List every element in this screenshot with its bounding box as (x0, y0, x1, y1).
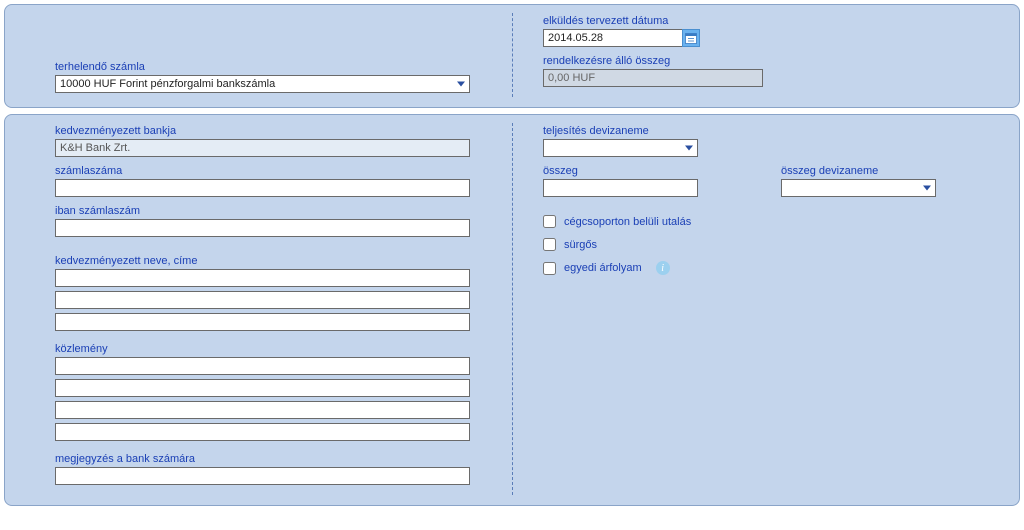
available-amount-label: rendelkezésre álló összeg (543, 55, 999, 67)
account-number-label: számlaszáma (55, 165, 492, 177)
planned-date-value: 2014.05.28 (548, 32, 603, 44)
bank-note-label: megjegyzés a bank számára (55, 453, 492, 465)
amount-currency-select[interactable] (781, 179, 936, 197)
calendar-button[interactable] (682, 29, 700, 47)
chevron-down-icon (923, 186, 931, 191)
debit-account-select[interactable]: 10000 HUF Forint pénzforgalmi bankszámla (55, 75, 470, 93)
performance-currency-select[interactable] (543, 139, 698, 157)
planned-date-input[interactable]: 2014.05.28 (543, 29, 683, 47)
debit-account-value: 10000 HUF Forint pénzforgalmi bankszámla (60, 78, 275, 90)
details-panel: kedvezményezett bankja K&H Bank Zrt. szá… (4, 114, 1020, 506)
chevron-down-icon (457, 82, 465, 87)
intragroup-label: cégcsoporton belüli utalás (564, 216, 691, 228)
details-right-column: teljesítés devizaneme összeg összeg devi… (512, 123, 1009, 495)
top-panel: terhelendő számla 10000 HUF Forint pénzf… (4, 4, 1020, 108)
custom-rate-checkbox[interactable] (543, 262, 556, 275)
remittance-line3[interactable] (55, 401, 470, 419)
beneficiary-bank-label: kedvezményezett bankja (55, 125, 492, 137)
remittance-label: közlemény (55, 343, 492, 355)
beneficiary-name-label: kedvezményezett neve, címe (55, 255, 492, 267)
beneficiary-name-line3[interactable] (55, 313, 470, 331)
remittance-line4[interactable] (55, 423, 470, 441)
iban-input[interactable] (55, 219, 470, 237)
amount-label: összeg (543, 165, 761, 177)
info-icon[interactable]: i (656, 261, 670, 275)
urgent-label: sürgős (564, 239, 597, 251)
performance-currency-label: teljesítés devizaneme (543, 125, 999, 137)
beneficiary-name-line2[interactable] (55, 291, 470, 309)
beneficiary-bank-value: K&H Bank Zrt. (60, 142, 130, 154)
urgent-checkbox[interactable] (543, 238, 556, 251)
calendar-icon (685, 32, 697, 44)
amount-input[interactable] (543, 179, 698, 197)
beneficiary-bank-field: K&H Bank Zrt. (55, 139, 470, 157)
top-right-column: elküldés tervezett dátuma 2014.05.28 (512, 13, 1009, 97)
intragroup-checkbox[interactable] (543, 215, 556, 228)
details-left-column: kedvezményezett bankja K&H Bank Zrt. szá… (15, 123, 512, 495)
remittance-line2[interactable] (55, 379, 470, 397)
iban-label: iban számlaszám (55, 205, 492, 217)
beneficiary-name-line1[interactable] (55, 269, 470, 287)
bank-note-input[interactable] (55, 467, 470, 485)
chevron-down-icon (685, 146, 693, 151)
available-amount-value: 0,00 HUF (548, 72, 595, 84)
account-number-input[interactable] (55, 179, 470, 197)
available-amount-value-field: 0,00 HUF (543, 69, 763, 87)
amount-currency-label: összeg devizaneme (781, 165, 999, 177)
custom-rate-label: egyedi árfolyam (564, 262, 642, 274)
remittance-line1[interactable] (55, 357, 470, 375)
debit-account-label: terhelendő számla (55, 61, 492, 73)
top-left-column: terhelendő számla 10000 HUF Forint pénzf… (15, 13, 512, 97)
planned-date-label: elküldés tervezett dátuma (543, 15, 999, 27)
